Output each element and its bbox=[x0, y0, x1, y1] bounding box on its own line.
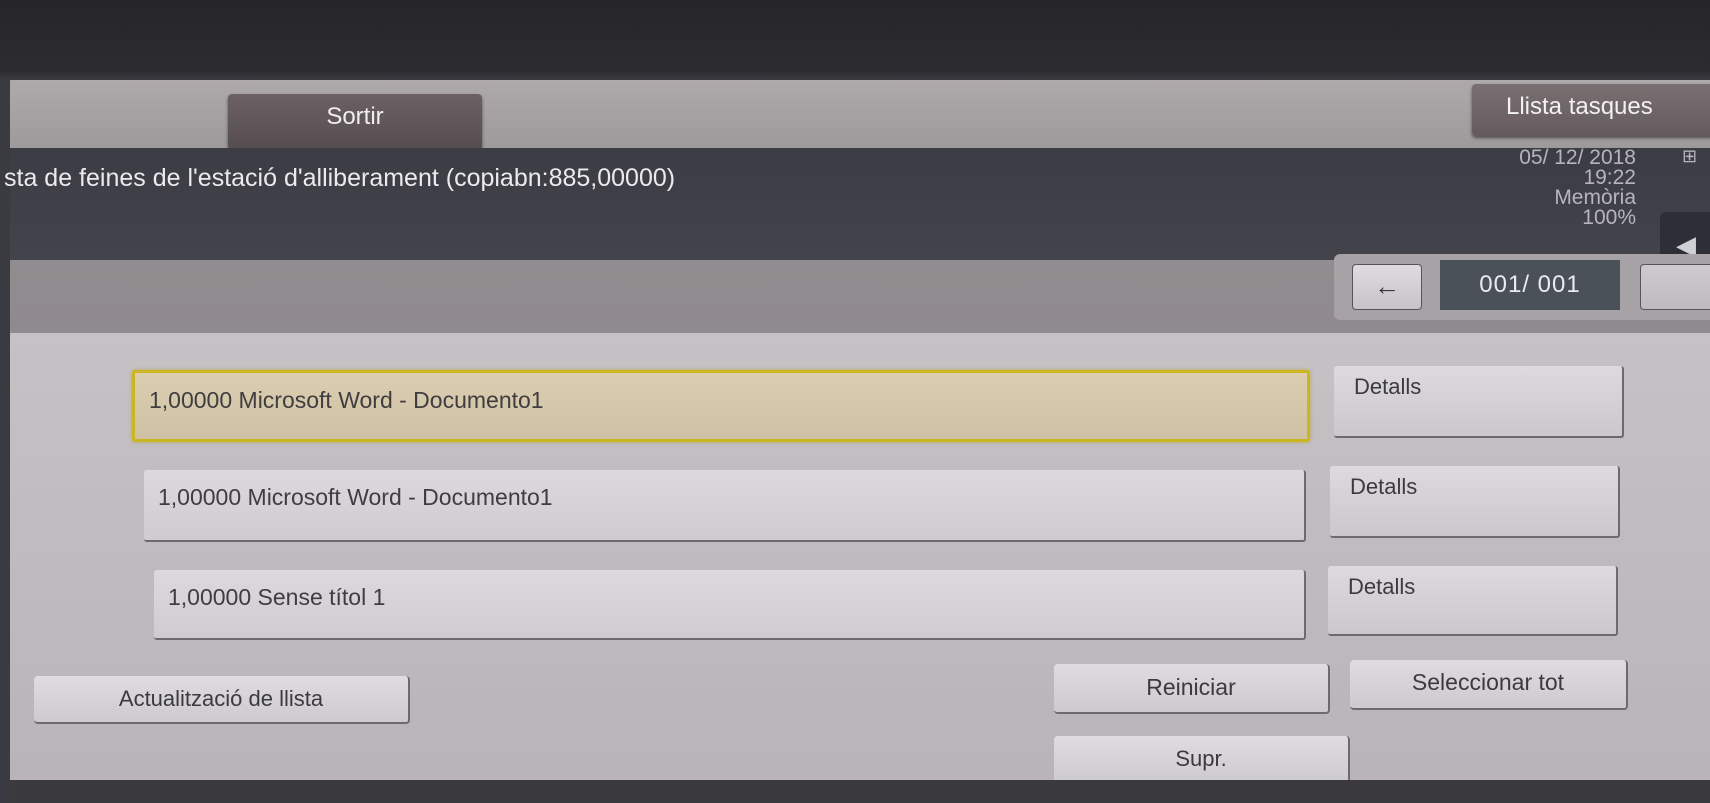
memory-value: 100% bbox=[1582, 206, 1636, 229]
time-text: 19:22 bbox=[1583, 166, 1636, 189]
details-button-1[interactable]: Detalls bbox=[1334, 366, 1624, 438]
page-title: sta de feines de l'estació d'alliberamen… bbox=[4, 164, 676, 192]
refresh-list-button[interactable]: Actualització de llista bbox=[34, 676, 410, 724]
status-icon: ⊞ bbox=[1682, 146, 1698, 166]
job-label: 1,00000 Sense títol 1 bbox=[168, 584, 386, 610]
page-counter: 001/ 001 bbox=[1440, 260, 1620, 310]
job-row-2[interactable]: 1,00000 Microsoft Word - Documento1 bbox=[144, 470, 1306, 542]
memory-label: Memòria bbox=[1554, 186, 1636, 209]
page-next-button[interactable] bbox=[1640, 264, 1710, 310]
delete-button[interactable]: Supr. bbox=[1054, 736, 1350, 786]
details-button-3[interactable]: Detalls bbox=[1328, 566, 1618, 636]
status-area: 05/ 12/ 2018 19:22 Memòria 100% bbox=[1519, 146, 1636, 229]
job-row-1[interactable]: 1,00000 Microsoft Word - Documento1 bbox=[132, 370, 1310, 442]
exit-button[interactable]: Sortir bbox=[228, 94, 482, 150]
page-prev-button[interactable]: ← bbox=[1352, 264, 1422, 310]
job-label: 1,00000 Microsoft Word - Documento1 bbox=[149, 387, 544, 413]
details-button-2[interactable]: Detalls bbox=[1330, 466, 1620, 538]
job-label: 1,00000 Microsoft Word - Documento1 bbox=[158, 484, 553, 510]
arrow-left-icon: ← bbox=[1374, 271, 1400, 301]
select-all-button[interactable]: Seleccionar tot bbox=[1350, 660, 1628, 710]
date-text: 05/ 12/ 2018 bbox=[1519, 146, 1636, 169]
bottom-edge bbox=[10, 780, 1710, 803]
printer-panel-screen: Sortir Llista tasques sta de feines de l… bbox=[0, 0, 1710, 803]
job-row-3[interactable]: 1,00000 Sense títol 1 bbox=[154, 570, 1306, 640]
restart-button[interactable]: Reiniciar bbox=[1054, 664, 1330, 714]
job-list-button[interactable]: Llista tasques bbox=[1472, 84, 1710, 136]
